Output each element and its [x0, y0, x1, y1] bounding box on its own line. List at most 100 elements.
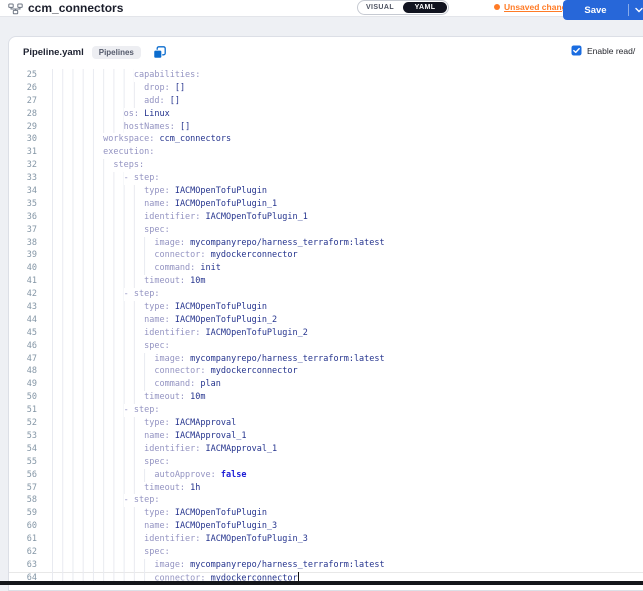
line-number[interactable]: 46 — [9, 340, 37, 353]
code-text[interactable]: name: IACMApproval_1 — [52, 430, 246, 443]
code-text[interactable]: timeout: 10m — [52, 391, 206, 404]
code-line[interactable]: 57 timeout: 1h — [9, 482, 643, 495]
line-number[interactable]: 37 — [9, 224, 37, 237]
line-number[interactable]: 28 — [9, 108, 37, 121]
line-number[interactable]: 43 — [9, 301, 37, 314]
line-number[interactable]: 39 — [9, 249, 37, 262]
code-text[interactable]: spec: — [52, 456, 170, 469]
line-number[interactable]: 45 — [9, 327, 37, 340]
line-number[interactable]: 48 — [9, 365, 37, 378]
code-line[interactable]: 41 timeout: 10m — [9, 275, 643, 288]
code-text[interactable]: connector: mydockerconnector — [52, 365, 298, 378]
line-number[interactable]: 34 — [9, 185, 37, 198]
code-line[interactable]: 63 image: mycompanyrepo/harness_terraform… — [9, 559, 643, 572]
code-text[interactable]: hostNames: [] — [52, 121, 190, 134]
code-text[interactable]: capabilities: — [52, 69, 200, 82]
code-line[interactable]: 25 capabilities: — [9, 69, 643, 82]
code-text[interactable]: workspace: ccm_connectors — [52, 133, 231, 146]
line-number[interactable]: 60 — [9, 520, 37, 533]
line-number[interactable]: 58 — [9, 494, 37, 507]
line-number[interactable]: 63 — [9, 559, 37, 572]
code-line[interactable]: 52type: IACMApproval — [9, 417, 643, 430]
code-line[interactable]: 62spec: — [9, 546, 643, 559]
code-line[interactable]: 50timeout: 10m — [9, 391, 643, 404]
line-number[interactable]: 42 — [9, 288, 37, 301]
code-line[interactable]: 54identifier: IACMApproval_1 — [9, 443, 643, 456]
code-text[interactable]: - step: — [52, 288, 159, 301]
code-text[interactable]: type: IACMOpenTofuPlugin — [52, 185, 267, 198]
code-text[interactable]: identifier: IACMOpenTofuPlugin_3 — [52, 533, 308, 546]
code-text[interactable]: name: IACMOpenTofuPlugin_1 — [52, 198, 277, 211]
code-text[interactable]: name: IACMOpenTofuPlugin_2 — [52, 314, 277, 327]
code-line[interactable]: 36identifier: IACMOpenTofuPlugin_1 — [9, 211, 643, 224]
line-number[interactable]: 52 — [9, 417, 37, 430]
code-line[interactable]: 55 spec: — [9, 456, 643, 469]
code-text[interactable]: timeout: 1h — [52, 482, 200, 495]
code-text[interactable]: autoApprove: false — [52, 469, 246, 482]
code-text[interactable]: type: IACMOpenTofuPlugin — [52, 301, 267, 314]
code-line[interactable]: 31execution: — [9, 146, 643, 159]
line-number[interactable]: 44 — [9, 314, 37, 327]
line-number[interactable]: 36 — [9, 211, 37, 224]
line-number[interactable]: 38 — [9, 237, 37, 250]
line-number[interactable]: 49 — [9, 378, 37, 391]
code-line[interactable]: 29 hostNames: [] — [9, 121, 643, 134]
code-line[interactable]: 45 identifier: IACMOpenTofuPlugin_2 — [9, 327, 643, 340]
line-number[interactable]: 54 — [9, 443, 37, 456]
yaml-code-editor[interactable]: 25capabilities:26drop: []27add: []28os: … — [9, 69, 643, 585]
line-number[interactable]: 31 — [9, 146, 37, 159]
code-line[interactable]: 27add: [] — [9, 95, 643, 108]
code-text[interactable]: command: plan — [52, 378, 221, 391]
code-line[interactable]: 59type: IACMOpenTofuPlugin — [9, 507, 643, 520]
code-text[interactable]: image: mycompanyrepo/harness_terraform:l… — [52, 559, 385, 572]
save-split-button[interactable]: Save — [563, 0, 643, 20]
line-number[interactable]: 26 — [9, 82, 37, 95]
line-number[interactable]: 61 — [9, 533, 37, 546]
line-number[interactable]: 53 — [9, 430, 37, 443]
code-text[interactable]: name: IACMOpenTofuPlugin_3 — [52, 520, 277, 533]
line-number[interactable]: 59 — [9, 507, 37, 520]
toggle-visual[interactable]: VISUAL — [358, 4, 402, 11]
line-number[interactable]: 32 — [9, 159, 37, 172]
code-line[interactable]: 58 - step: — [9, 494, 643, 507]
code-line[interactable]: 34 type: IACMOpenTofuPlugin — [9, 185, 643, 198]
code-text[interactable]: identifier: IACMOpenTofuPlugin_2 — [52, 327, 308, 340]
code-line[interactable]: 39connector: mydockerconnector — [9, 249, 643, 262]
checked-checkbox-icon[interactable] — [571, 45, 582, 56]
code-text[interactable]: command: init — [52, 262, 221, 275]
line-number[interactable]: 51 — [9, 404, 37, 417]
chevron-down-icon[interactable] — [629, 7, 643, 13]
code-line[interactable]: 51- step: — [9, 404, 643, 417]
line-number[interactable]: 41 — [9, 275, 37, 288]
line-number[interactable]: 25 — [9, 69, 37, 82]
copy-icon[interactable] — [153, 46, 166, 59]
code-line[interactable]: 49 command: plan — [9, 378, 643, 391]
code-text[interactable]: - step: — [52, 494, 159, 507]
code-text[interactable]: timeout: 10m — [52, 275, 206, 288]
code-text[interactable]: image: mycompanyrepo/harness_terraform:l… — [52, 237, 385, 250]
code-line[interactable]: 60 name: IACMOpenTofuPlugin_3 — [9, 520, 643, 533]
code-line[interactable]: 40 command: init — [9, 262, 643, 275]
code-text[interactable]: drop: [] — [52, 82, 185, 95]
code-text[interactable]: spec: — [52, 340, 170, 353]
code-text[interactable]: steps: — [52, 159, 144, 172]
code-line[interactable]: 53 name: IACMApproval_1 — [9, 430, 643, 443]
line-number[interactable]: 33 — [9, 172, 37, 185]
code-line[interactable]: 46 spec: — [9, 340, 643, 353]
code-line[interactable]: 32 steps: — [9, 159, 643, 172]
line-number[interactable]: 56 — [9, 469, 37, 482]
code-line[interactable]: 37spec: — [9, 224, 643, 237]
line-number[interactable]: 40 — [9, 262, 37, 275]
line-number[interactable]: 30 — [9, 133, 37, 146]
line-number[interactable]: 47 — [9, 353, 37, 366]
code-text[interactable]: - step: — [52, 172, 159, 185]
code-line[interactable]: 33 - step: — [9, 172, 643, 185]
line-number[interactable]: 35 — [9, 198, 37, 211]
code-text[interactable]: image: mycompanyrepo/harness_terraform:l… — [52, 353, 385, 366]
save-button[interactable]: Save — [563, 5, 628, 16]
line-number[interactable]: 57 — [9, 482, 37, 495]
line-number[interactable]: 55 — [9, 456, 37, 469]
enable-readonly-toggle[interactable]: Enable read/ — [571, 45, 635, 56]
line-number[interactable]: 29 — [9, 121, 37, 134]
visual-yaml-toggle[interactable]: VISUAL YAML — [357, 0, 449, 15]
